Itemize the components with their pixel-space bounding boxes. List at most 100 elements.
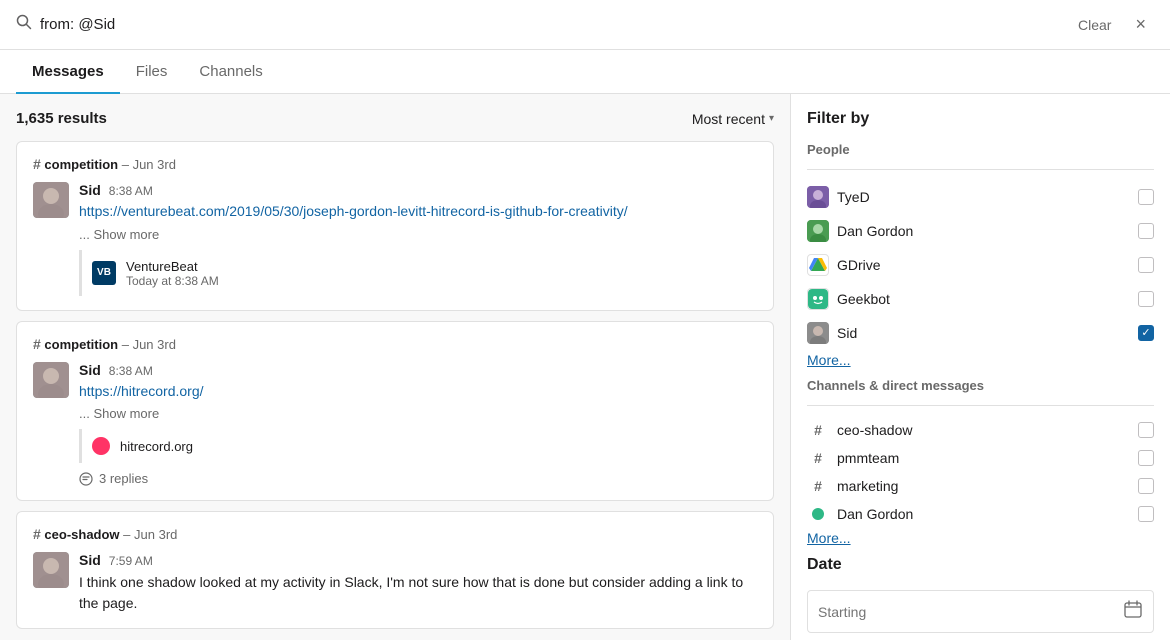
calendar-icon [1123, 599, 1143, 624]
filter-item-left: # marketing [807, 478, 898, 494]
main-content: 1,635 results Most recent ▾ # competitio… [0, 94, 1170, 640]
filter-item-dan: Dan Gordon [807, 216, 1154, 246]
message-link[interactable]: https://venturebeat.com/2019/05/30/josep… [79, 202, 757, 222]
channels-more-link[interactable]: More... [807, 530, 1154, 546]
card-channel-header: # competition – Jun 3rd [33, 336, 757, 352]
results-header: 1,635 results Most recent ▾ [16, 110, 774, 127]
filter-person-name: GDrive [837, 257, 881, 273]
hash-icon: # [807, 450, 829, 466]
filter-item-sid: Sid [807, 318, 1154, 348]
date-starting-input[interactable] [818, 604, 1123, 620]
filter-checkbox-dan-dm[interactable] [1138, 506, 1154, 522]
close-button[interactable]: × [1127, 10, 1154, 39]
avatar-geekbot [807, 288, 829, 310]
results-area: 1,635 results Most recent ▾ # competitio… [0, 94, 790, 640]
card-date: – Jun 3rd [122, 337, 176, 352]
message-card: # competition – Jun 3rd Sid 8:38 AM http… [16, 141, 774, 311]
avatar [33, 362, 69, 398]
message-body: Sid 8:38 AM https://hitrecord.org/ ... S… [79, 362, 757, 487]
filter-item-geekbot: Geekbot [807, 284, 1154, 314]
avatar [33, 552, 69, 588]
message-time: 8:38 AM [109, 364, 153, 378]
channel-name: competition [44, 157, 118, 172]
filter-checkbox-pmmteam[interactable] [1138, 450, 1154, 466]
filter-item-left: Dan Gordon [807, 220, 913, 242]
message-meta: Sid 8:38 AM [79, 362, 757, 378]
filter-divider [807, 405, 1154, 406]
replies-row[interactable]: 3 replies [79, 471, 757, 486]
people-more-link[interactable]: More... [807, 352, 1154, 368]
hash-icon: # [33, 156, 41, 172]
card-channel-header: # ceo-shadow – Jun 3rd [33, 526, 757, 542]
filter-checkbox-dan[interactable] [1138, 223, 1154, 239]
hash-icon: # [33, 526, 41, 542]
sort-arrow-icon: ▾ [769, 113, 774, 124]
filter-checkbox-geekbot[interactable] [1138, 291, 1154, 307]
preview-info: hitrecord.org [120, 438, 193, 454]
filter-item-pmmteam: # pmmteam [807, 446, 1154, 470]
preview-logo: VB [92, 261, 116, 285]
channel-name: competition [44, 337, 118, 352]
filter-channels-title: Channels & direct messages [807, 378, 1154, 393]
preview-name: hitrecord.org [120, 439, 193, 454]
message-time: 8:38 AM [109, 184, 153, 198]
search-input[interactable]: from: @Sid [40, 16, 1062, 33]
preview-logo [92, 437, 110, 455]
avatar-tyed [807, 186, 829, 208]
tabs-bar: Messages Files Channels [0, 50, 1170, 94]
online-dot-icon [812, 508, 824, 520]
sort-dropdown[interactable]: Most recent ▾ [692, 111, 774, 127]
tab-channels[interactable]: Channels [183, 51, 278, 94]
card-channel-header: # competition – Jun 3rd [33, 156, 757, 172]
date-section-title: Date [807, 556, 1154, 574]
filter-item-left: # pmmteam [807, 450, 899, 466]
avatar-sid [807, 322, 829, 344]
message-row: Sid 7:59 AM I think one shadow looked at… [33, 552, 757, 614]
message-card: # competition – Jun 3rd Sid 8:38 AM http… [16, 321, 774, 502]
channel-name: ceo-shadow [44, 527, 119, 542]
filter-people-title: People [807, 142, 1154, 157]
clear-button[interactable]: Clear [1070, 13, 1119, 37]
link-preview: hitrecord.org [79, 429, 757, 463]
message-card: # ceo-shadow – Jun 3rd Sid 7:59 AM I thi… [16, 511, 774, 629]
avatar [33, 182, 69, 218]
replies-count: 3 replies [99, 471, 148, 486]
avatar-gdrive [807, 254, 829, 276]
filter-checkbox-ceo-shadow[interactable] [1138, 422, 1154, 438]
filter-checkbox-marketing[interactable] [1138, 478, 1154, 494]
date-input-wrap[interactable] [807, 590, 1154, 633]
tab-messages[interactable]: Messages [16, 51, 120, 94]
card-date: – Jun 3rd [122, 157, 176, 172]
filter-checkbox-sid[interactable] [1138, 325, 1154, 341]
filter-channel-name: Dan Gordon [837, 506, 913, 522]
filter-item-ceo-shadow: # ceo-shadow [807, 418, 1154, 442]
message-text: I think one shadow looked at my activity… [79, 572, 757, 614]
filter-item-marketing: # marketing [807, 474, 1154, 498]
show-more[interactable]: ... Show more [79, 227, 159, 242]
show-more[interactable]: ... Show more [79, 406, 159, 421]
date-section: Date [807, 556, 1154, 633]
sort-label: Most recent [692, 111, 765, 127]
filter-item-left: GDrive [807, 254, 881, 276]
filter-item-gdrive: GDrive [807, 250, 1154, 280]
filter-item-left: Geekbot [807, 288, 890, 310]
filter-channel-name: ceo-shadow [837, 422, 913, 438]
message-body: Sid 8:38 AM https://venturebeat.com/2019… [79, 182, 757, 296]
message-link[interactable]: https://hitrecord.org/ [79, 382, 757, 402]
message-time: 7:59 AM [109, 554, 153, 568]
message-row: Sid 8:38 AM https://venturebeat.com/2019… [33, 182, 757, 296]
preview-info: VentureBeat Today at 8:38 AM [126, 258, 219, 288]
filter-person-name: Geekbot [837, 291, 890, 307]
tab-files[interactable]: Files [120, 51, 184, 94]
filter-checkbox-gdrive[interactable] [1138, 257, 1154, 273]
results-count: 1,635 results [16, 110, 107, 127]
search-icon [16, 14, 32, 35]
filter-checkbox-tyed[interactable] [1138, 189, 1154, 205]
filter-item-left: TyeD [807, 186, 870, 208]
message-body: Sid 7:59 AM I think one shadow looked at… [79, 552, 757, 614]
message-meta: Sid 8:38 AM [79, 182, 757, 198]
filter-channel-name: pmmteam [837, 450, 899, 466]
preview-time: Today at 8:38 AM [126, 274, 219, 288]
filter-channel-name: marketing [837, 478, 898, 494]
hash-icon: # [807, 422, 829, 438]
